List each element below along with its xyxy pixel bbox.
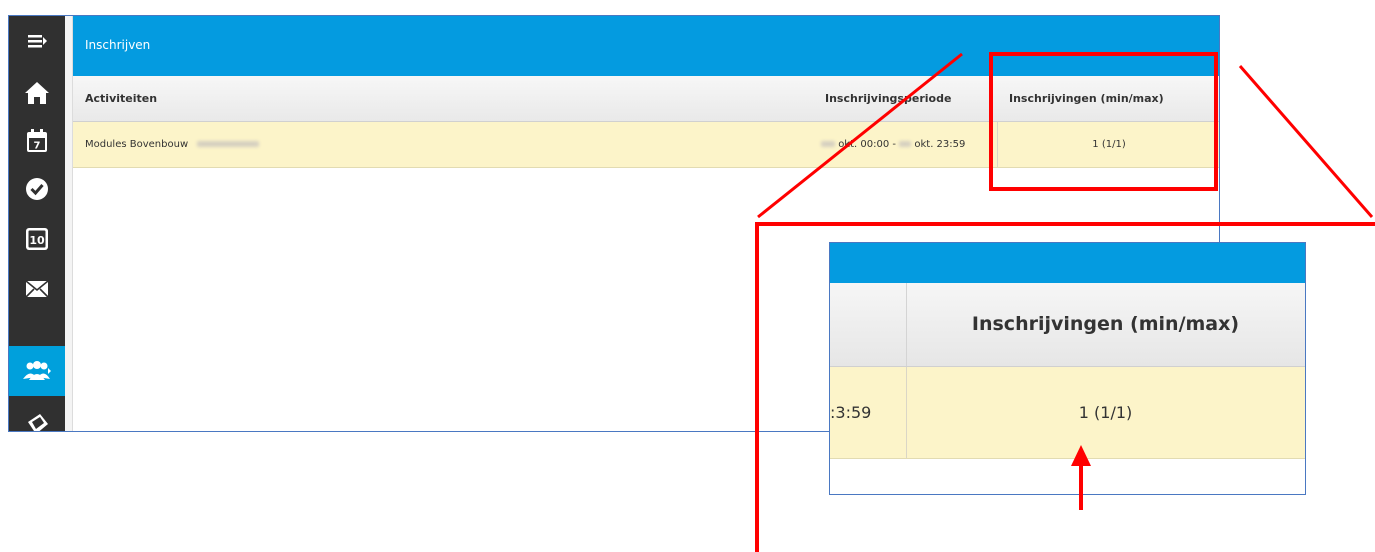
calendar-icon[interactable]: 7 xyxy=(9,116,65,166)
redacted-day xyxy=(821,141,835,147)
activity-cell: Modules Bovenbouw xyxy=(73,122,813,167)
home-icon[interactable] xyxy=(9,68,65,118)
check-circle-icon[interactable] xyxy=(9,164,65,214)
column-header-period[interactable]: Inschrijvingsperiode xyxy=(813,76,997,121)
svg-text:7: 7 xyxy=(34,141,41,152)
period-cell: okt. 00:00 - okt. 23:59 xyxy=(813,122,997,167)
sidebar-divider xyxy=(65,16,73,431)
groups-icon[interactable] xyxy=(9,346,65,396)
grades-icon[interactable]: 10 xyxy=(9,214,65,264)
highlight-box xyxy=(989,52,1218,191)
period-start: okt. 00:00 - xyxy=(838,139,896,150)
activity-name: Modules Bovenbouw xyxy=(85,139,189,150)
column-header-activities[interactable]: Activiteiten xyxy=(73,76,813,121)
page-title: Inschrijven xyxy=(85,38,151,52)
sidebar: 7 10 xyxy=(9,16,65,431)
redacted-day xyxy=(899,141,912,147)
zoom-frame xyxy=(755,222,1375,552)
assignments-icon[interactable] xyxy=(9,398,65,431)
zoom-connector-right xyxy=(1238,65,1374,218)
period-end: okt. 23:59 xyxy=(914,139,966,150)
svg-text:10: 10 xyxy=(29,234,45,247)
menu-toggle-icon[interactable] xyxy=(9,16,65,66)
envelope-icon[interactable] xyxy=(9,264,65,314)
redacted-year xyxy=(197,141,260,147)
